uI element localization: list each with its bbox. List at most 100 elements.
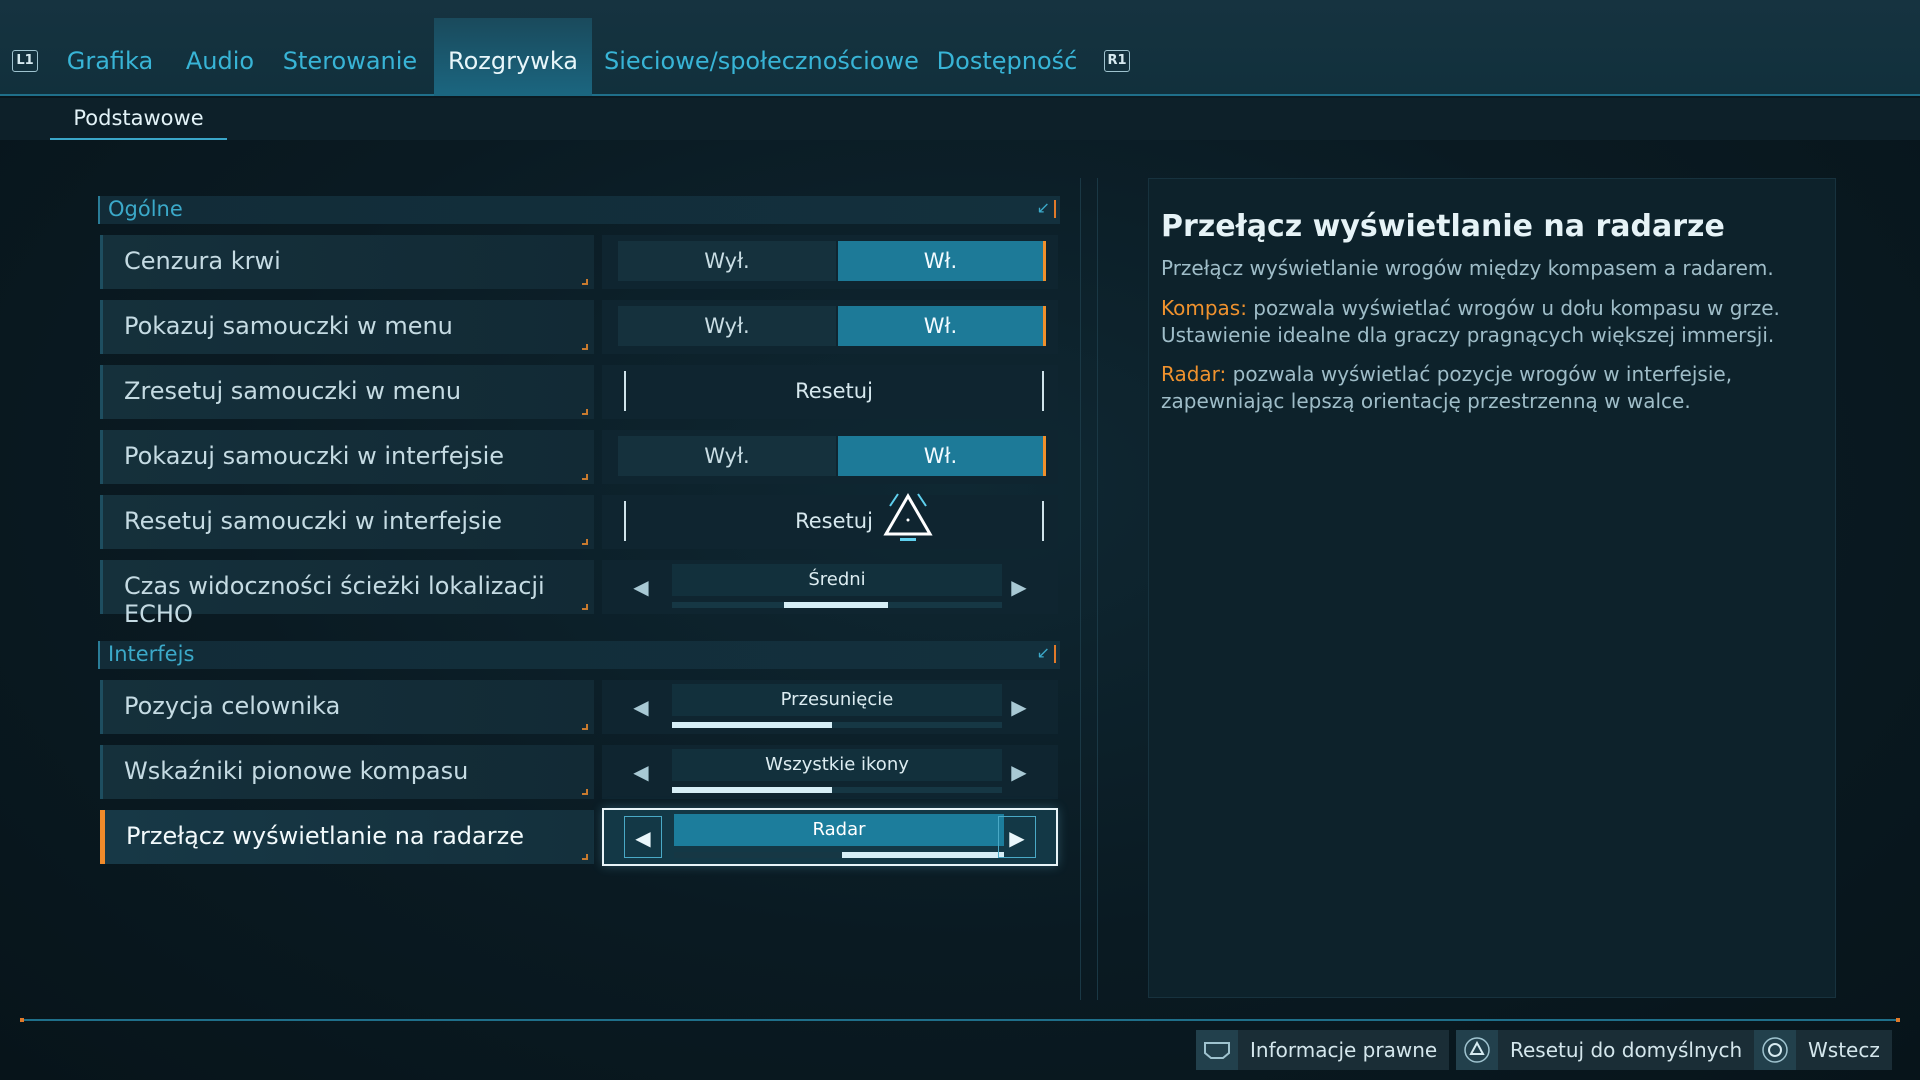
selector-compass-indicators[interactable]: ◀ Wszystkie ikony ▶	[602, 745, 1058, 799]
corner-tick-icon	[582, 854, 588, 860]
setting-label: Czas widoczności ścieżki lokalizacji ECH…	[124, 572, 545, 628]
section-header-general: Ogólne ↙	[98, 196, 1060, 224]
chevron-left-icon[interactable]: ◀	[622, 686, 660, 728]
triangle-button-icon	[1456, 1030, 1498, 1070]
setting-row-crosshair-position[interactable]: Pozycja celownika	[100, 680, 594, 734]
setting-row-hud-tutorials[interactable]: Pokazuj samouczki w interfejsie	[100, 430, 594, 484]
collapse-icon[interactable]: ↙	[1037, 198, 1056, 218]
setting-label: Resetuj samouczki w interfejsie	[124, 507, 503, 535]
selector-echo-path-time[interactable]: ◀ Średni ▶	[602, 560, 1058, 614]
triangle-button-icon	[883, 493, 933, 541]
info-description: Przełącz wyświetlanie wrogów między komp…	[1161, 256, 1774, 280]
setting-row-echo-path-time[interactable]: Czas widoczności ścieżki lokalizacji ECH…	[100, 560, 594, 628]
toggle-off-option[interactable]: Wył.	[618, 436, 836, 476]
setting-label: Pokazuj samouczki w menu	[124, 312, 453, 340]
selector-track	[672, 787, 1002, 793]
setting-label: Pozycja celownika	[124, 692, 341, 720]
reset-button[interactable]: Resetuj	[624, 371, 1044, 411]
toggle-hud-tutorials[interactable]: Wył. Wł.	[602, 430, 1058, 484]
corner-tick-icon	[582, 789, 588, 795]
reset-button[interactable]: Resetuj	[624, 501, 1044, 541]
selector-fill	[784, 602, 888, 608]
corner-tick-icon	[582, 474, 588, 480]
reset-defaults-label: Resetuj do domyślnych	[1510, 1038, 1743, 1062]
tab-rozgrywka[interactable]: Rozgrywka	[434, 18, 592, 96]
setting-row-reset-hud-tutorials[interactable]: Resetuj samouczki w interfejsie	[100, 495, 594, 549]
toggle-blood-censor[interactable]: Wył. Wł.	[602, 235, 1058, 289]
setting-label: Zresetuj samouczki w menu	[124, 377, 462, 405]
selector-crosshair-position[interactable]: ◀ Przesunięcie ▶	[602, 680, 1058, 734]
tab-dostepnosc[interactable]: Dostępność	[932, 18, 1082, 96]
selector-track	[672, 722, 1002, 728]
back-button[interactable]: Wstecz	[1754, 1030, 1892, 1070]
panel-divider	[1080, 178, 1098, 1000]
chevron-left-icon[interactable]: ◀	[622, 566, 660, 608]
section-header-interface: Interfejs ↙	[98, 641, 1060, 669]
r1-button-icon[interactable]: R1	[1104, 50, 1130, 72]
info-paragraph-compass: Kompas: pozwala wyświetlać wrogów u dołu…	[1161, 295, 1821, 349]
selector-track	[672, 602, 1002, 608]
selector-value: Wszystkie ikony	[672, 749, 1002, 781]
reset-hud-tutorials-control: Resetuj	[602, 495, 1058, 549]
collapse-icon[interactable]: ↙	[1037, 643, 1056, 663]
setting-row-blood-censor[interactable]: Cenzura krwi	[100, 235, 594, 289]
reset-defaults-button[interactable]: Resetuj do domyślnych	[1456, 1030, 1755, 1070]
corner-tick-icon	[582, 604, 588, 610]
selector-value: Radar	[674, 814, 1004, 846]
setting-label: Wskaźniki pionowe kompasu	[124, 757, 469, 785]
setting-label: Przełącz wyświetlanie na radarze	[126, 822, 524, 850]
bottom-divider	[20, 1018, 1900, 1022]
info-text-compass: pozwala wyświetlać wrogów u dołu kompasu…	[1161, 296, 1780, 347]
touchpad-icon	[1196, 1030, 1238, 1070]
selector-fill	[672, 722, 832, 728]
toggle-off-option[interactable]: Wył.	[618, 306, 836, 346]
section-title: Interfejs	[108, 642, 195, 666]
corner-tick-icon	[582, 539, 588, 545]
corner-tick-icon	[582, 724, 588, 730]
toggle-off-option[interactable]: Wył.	[618, 241, 836, 281]
sub-tab-bar: Podstawowe	[0, 98, 1920, 140]
toggle-on-option[interactable]: Wł.	[838, 306, 1046, 346]
info-title: Przełącz wyświetlanie na radarze	[1161, 209, 1725, 244]
tab-sterowanie[interactable]: Sterowanie	[280, 18, 420, 96]
subtab-podstawowe[interactable]: Podstawowe	[50, 98, 227, 140]
selector-radar-toggle[interactable]: ◀ Radar ▶	[602, 808, 1058, 866]
reset-menu-tutorials-control: Resetuj	[602, 365, 1058, 419]
section-title: Ogólne	[108, 197, 183, 221]
info-key-radar: Radar:	[1161, 362, 1227, 386]
toggle-menu-tutorials[interactable]: Wył. Wł.	[602, 300, 1058, 354]
chevron-left-icon[interactable]: ◀	[624, 816, 662, 858]
back-label: Wstecz	[1808, 1038, 1880, 1062]
chevron-right-icon[interactable]: ▶	[1000, 566, 1038, 608]
setting-row-menu-tutorials[interactable]: Pokazuj samouczki w menu	[100, 300, 594, 354]
chevron-right-icon[interactable]: ▶	[1000, 751, 1038, 793]
setting-row-compass-indicators[interactable]: Wskaźniki pionowe kompasu	[100, 745, 594, 799]
legal-info-button[interactable]: Informacje prawne	[1196, 1030, 1450, 1070]
top-tab-bar: L1 Grafika Audio Sterowanie Rozgrywka Si…	[0, 0, 1920, 96]
setting-row-radar-toggle[interactable]: Przełącz wyświetlanie na radarze	[100, 810, 594, 864]
selector-value: Przesunięcie	[672, 684, 1002, 716]
circle-button-icon	[1754, 1030, 1796, 1070]
corner-tick-icon	[582, 409, 588, 415]
selector-track	[674, 852, 1004, 858]
tab-audio[interactable]: Audio	[176, 18, 264, 96]
l1-button-icon[interactable]: L1	[12, 50, 38, 72]
tab-sieciowe[interactable]: Sieciowe/społecznościowe	[604, 18, 919, 96]
tab-grafika[interactable]: Grafika	[56, 18, 164, 96]
toggle-on-option[interactable]: Wł.	[838, 241, 1046, 281]
chevron-right-icon[interactable]: ▶	[998, 816, 1036, 858]
info-key-compass: Kompas:	[1161, 296, 1247, 320]
selector-value: Średni	[672, 564, 1002, 596]
setting-label: Cenzura krwi	[124, 247, 281, 275]
setting-row-reset-menu-tutorials[interactable]: Zresetuj samouczki w menu	[100, 365, 594, 419]
legal-info-label: Informacje prawne	[1250, 1038, 1438, 1062]
selector-fill	[842, 852, 1004, 858]
corner-tick-icon	[582, 344, 588, 350]
info-panel: Przełącz wyświetlanie na radarze Przełąc…	[1148, 178, 1836, 998]
corner-tick-icon	[582, 279, 588, 285]
selector-fill	[672, 787, 832, 793]
chevron-left-icon[interactable]: ◀	[622, 751, 660, 793]
setting-label: Pokazuj samouczki w interfejsie	[124, 442, 505, 470]
toggle-on-option[interactable]: Wł.	[838, 436, 1046, 476]
chevron-right-icon[interactable]: ▶	[1000, 686, 1038, 728]
